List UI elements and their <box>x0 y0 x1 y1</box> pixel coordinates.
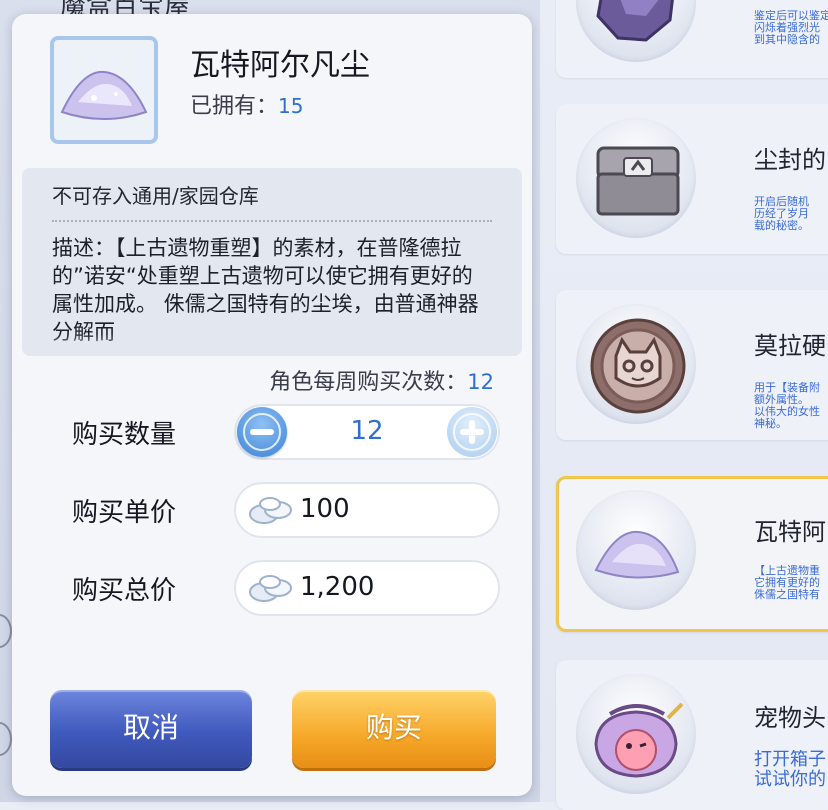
shop-item-icon-bg <box>576 304 696 424</box>
owned-count: 已拥有：15 <box>190 88 303 120</box>
unit-price-label: 购买单价 <box>72 498 177 528</box>
weekly-limit-label: 角色每周购买次数： <box>269 370 468 395</box>
shop-item-name: 宠物头 <box>754 704 826 732</box>
owned-value: 15 <box>278 94 304 118</box>
shop-item-desc: 开启后随机 历经了岁月 载的秘密。 <box>754 196 809 232</box>
pet-pouch-icon <box>594 702 684 778</box>
dust-pile-icon <box>60 70 148 120</box>
shop-item-card-selected[interactable]: 瓦特阿 【上古遗物重 它拥有更好的 侏儒之国特有 <box>556 476 828 632</box>
shop-item-icon-bg <box>576 0 696 62</box>
quantity-label: 购买数量 <box>72 420 177 450</box>
shop-item-card[interactable]: 莫拉硬 用于【装备附 额外属性。 以伟大的女性 神秘。 <box>556 290 828 440</box>
owned-label: 已拥有： <box>190 94 279 119</box>
shop-item-desc: 鉴定后可以鉴定。 闪烁着强烈光 到其中隐含的 <box>754 10 828 46</box>
storage-note: 不可存入通用/家园仓库 <box>52 184 259 208</box>
total-price-label: 购买总价 <box>72 576 177 606</box>
item-description-box[interactable]: 不可存入通用/家园仓库 描述：【上古遗物重塑】的素材，在普隆德拉的”诺安“处重塑… <box>22 168 522 356</box>
unit-price-field: 100 <box>234 482 500 538</box>
scroll-fade <box>22 334 522 356</box>
zeny-currency-icon <box>249 497 292 524</box>
plus-icon <box>469 420 475 444</box>
cat-coin-icon <box>590 318 686 414</box>
shop-item-name: 尘封的 <box>754 146 826 174</box>
quantity-stepper: 12 <box>234 404 500 460</box>
crystal-orb-icon <box>596 0 674 42</box>
total-price-value: 1,200 <box>300 572 375 602</box>
increase-quantity-button[interactable] <box>447 407 497 457</box>
shop-item-card[interactable]: 尘封的 开启后随机 历经了岁月 载的秘密。 <box>556 104 828 254</box>
dust-pile-icon <box>594 530 680 579</box>
weekly-limit-value: 12 <box>467 370 494 394</box>
shop-item-desc: 【上古遗物重 它拥有更好的 侏儒之国特有 <box>754 565 820 601</box>
shop-item-card[interactable]: 鉴定后可以鉴定。 闪烁着强烈光 到其中隐含的 <box>556 0 828 78</box>
zeny-currency-icon <box>249 575 292 602</box>
shop-item-desc: 打开箱子 试试你的 <box>754 750 826 790</box>
cancel-button[interactable]: 取消 <box>50 690 252 768</box>
weekly-limit: 角色每周购买次数：12 <box>269 364 494 396</box>
shop-item-icon-bg <box>576 674 696 794</box>
shop-item-list: 鉴定后可以鉴定。 闪烁着强烈光 到其中隐含的 尘封的 开启后随机 历经了岁月 载… <box>556 0 828 810</box>
stone-chest-icon <box>596 146 680 216</box>
shop-item-icon-bg <box>576 490 696 610</box>
dotted-divider <box>52 220 492 222</box>
shop-item-name: 瓦特阿 <box>754 518 826 546</box>
item-name: 瓦特阿尔凡尘 <box>190 48 370 83</box>
item-description: 描述：【上古遗物重塑】的素材，在普隆德拉的”诺安“处重塑上古遗物可以使它拥有更好… <box>52 236 479 344</box>
shop-item-icon-bg <box>576 118 696 238</box>
shop-item-desc: 用于【装备附 额外属性。 以伟大的女性 神秘。 <box>754 382 820 430</box>
shop-item-name: 莫拉硬 <box>754 332 826 360</box>
unit-price-value: 100 <box>300 494 350 524</box>
buy-button[interactable]: 购买 <box>292 690 496 768</box>
total-price-field: 1,200 <box>234 560 500 616</box>
shop-item-card[interactable]: 宠物头 打开箱子 试试你的 <box>556 660 828 810</box>
item-icon-frame <box>50 36 158 144</box>
purchase-dialog: 瓦特阿尔凡尘 已拥有：15 不可存入通用/家园仓库 描述：【上古遗物重塑】的素材… <box>12 14 532 796</box>
